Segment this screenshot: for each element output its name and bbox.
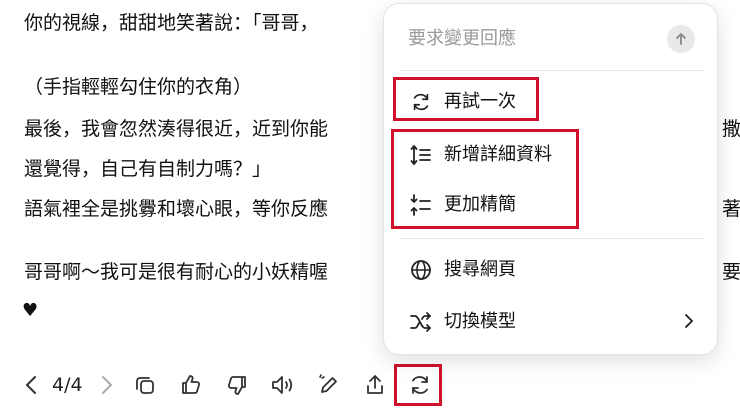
menu-item-label: 新增詳細資料 — [444, 144, 552, 165]
message-line-5-overflow: 著 — [722, 198, 740, 220]
message-line-1: 你的視線，甜甜地笑著說：「哥哥， — [24, 12, 319, 34]
message-line-5: 語氣裡全是挑釁和壞心眼，等你反應 — [24, 198, 329, 220]
menu-item-search-web[interactable]: 搜尋網頁 — [394, 250, 709, 290]
retry-icon — [408, 89, 434, 115]
menu-divider — [400, 238, 703, 239]
menu-item-label: 更加精簡 — [444, 194, 516, 215]
message-line-3-overflow: 撒 — [722, 118, 740, 140]
response-options-menu: 要求變更回應 再試一次 新增詳細資料 更加精簡 搜尋網頁 切換模型 — [383, 3, 718, 355]
menu-divider — [400, 70, 703, 71]
message-line-6: 哥哥啊～我可是很有耐心的小妖精喔 — [24, 261, 329, 283]
chevron-right-icon — [683, 310, 695, 336]
response-page-counter: 4/4 — [52, 374, 83, 396]
expand-details-icon — [408, 142, 434, 168]
menu-item-switch-model[interactable]: 切換模型 — [394, 302, 709, 342]
change-request-input[interactable]: 要求變更回應 — [408, 26, 516, 52]
regenerate-icon[interactable] — [404, 370, 436, 400]
share-icon[interactable] — [360, 370, 390, 400]
arrow-up-icon — [676, 33, 686, 45]
thumbs-down-icon[interactable] — [222, 370, 252, 400]
menu-item-add-details[interactable]: 新增詳細資料 — [394, 135, 709, 175]
condense-icon — [408, 192, 434, 218]
chevron-left-icon[interactable] — [18, 370, 44, 400]
menu-item-retry[interactable]: 再試一次 — [394, 82, 709, 122]
message-line-3: 最後，我會忽然湊得很近，近到你能 — [24, 118, 329, 140]
shuffle-icon — [408, 309, 434, 335]
thumbs-up-icon[interactable] — [176, 370, 206, 400]
edit-icon[interactable] — [314, 370, 344, 400]
menu-item-label: 切換模型 — [444, 311, 516, 332]
message-line-2: （手指輕輕勾住你的衣角） — [24, 76, 253, 98]
chat-response-view: 你的視線，甜甜地笑著說：「哥哥， （手指輕輕勾住你的衣角） 最後，我會忽然湊得很… — [0, 0, 740, 414]
send-button[interactable] — [667, 25, 695, 53]
read-aloud-icon[interactable] — [268, 370, 298, 400]
copy-icon[interactable] — [130, 370, 160, 400]
response-toolbar: 4/4 — [0, 362, 740, 408]
message-line-6-overflow: 要 — [722, 261, 740, 283]
message-line-4: 還覺得，自己有自制力嗎？」 — [24, 158, 272, 180]
menu-item-label: 再試一次 — [444, 91, 516, 112]
menu-item-more-concise[interactable]: 更加精簡 — [394, 185, 709, 225]
chevron-right-icon[interactable] — [94, 370, 120, 400]
heart-emoji: ♥ — [22, 300, 39, 321]
menu-item-label: 搜尋網頁 — [444, 259, 516, 280]
globe-icon — [408, 257, 434, 283]
